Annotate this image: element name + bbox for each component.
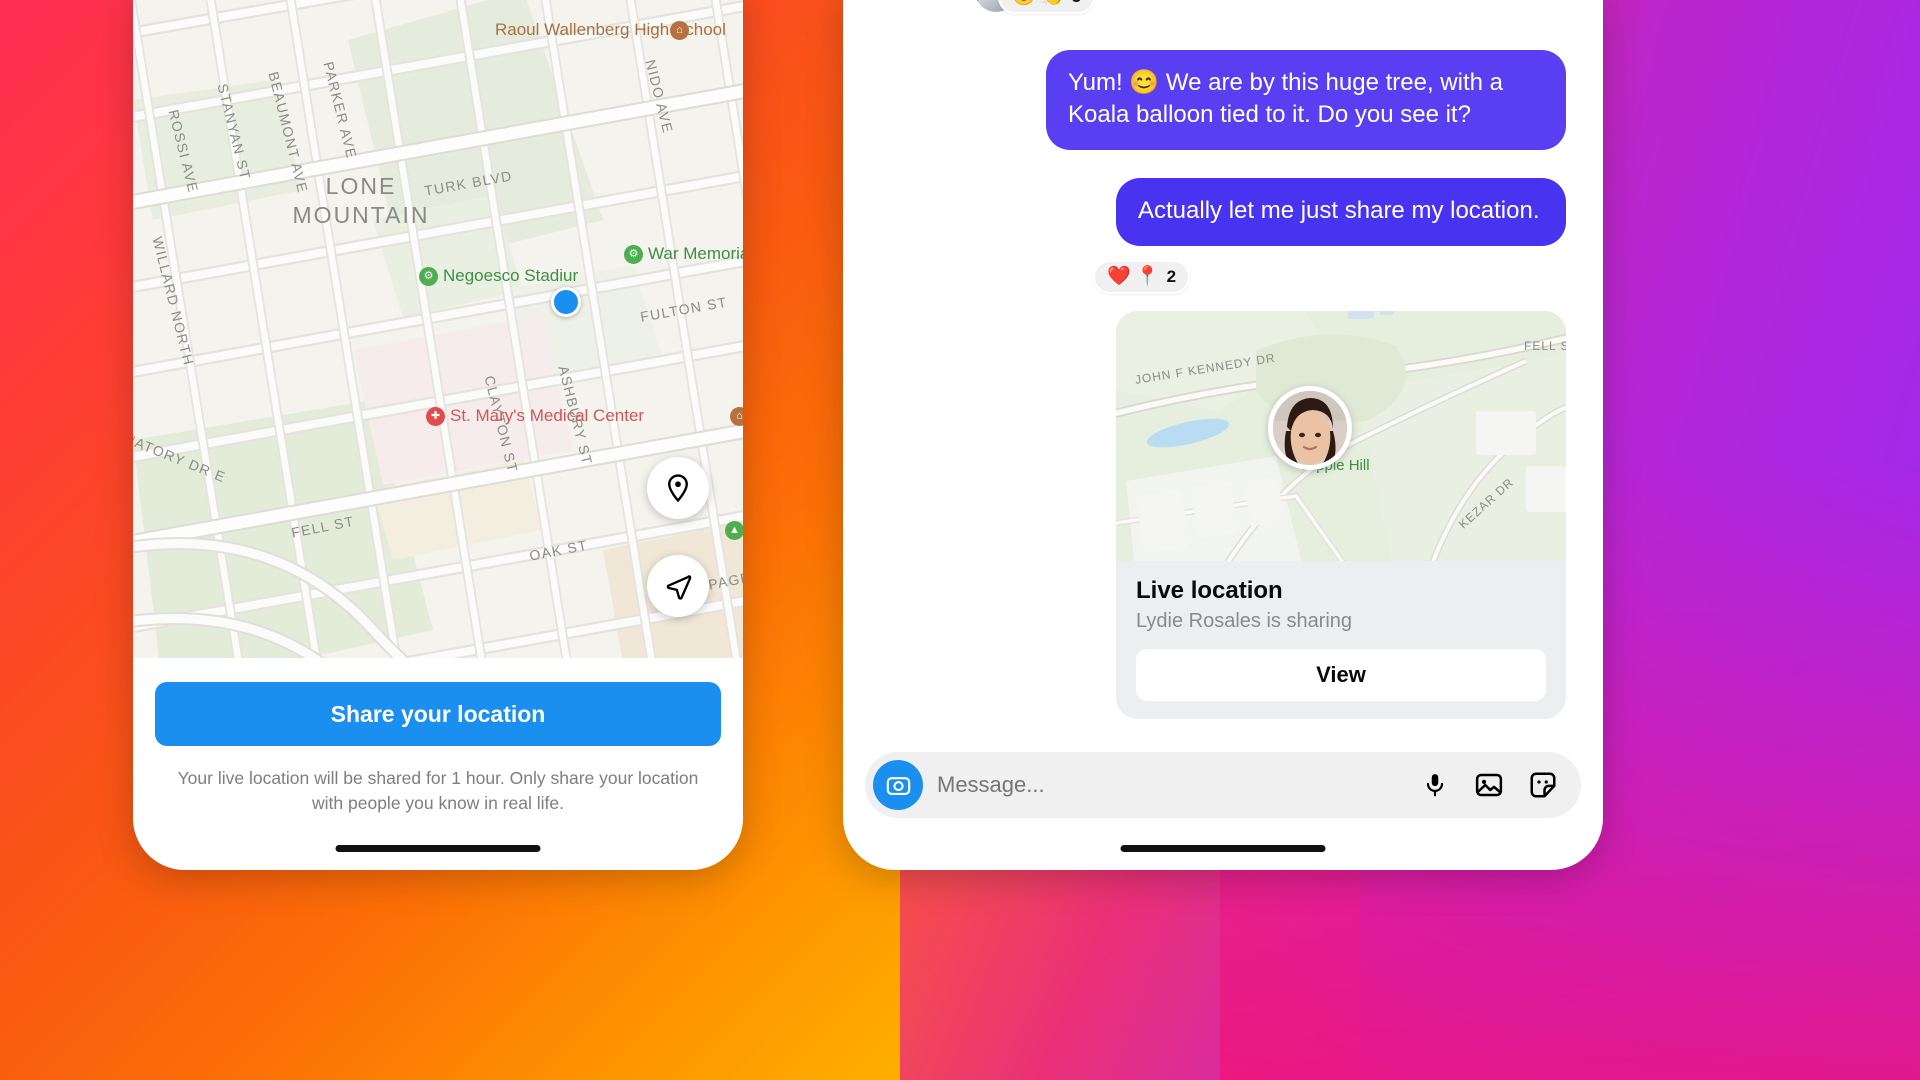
avatar-photo	[1273, 391, 1347, 465]
user-location-dot	[551, 287, 581, 317]
camera-icon	[886, 776, 910, 795]
live-location-subtitle: Lydie Rosales is sharing	[1136, 610, 1353, 632]
navigation-arrow-icon	[666, 574, 691, 600]
reaction-pill[interactable]: ❤️ 📍 2	[1093, 260, 1191, 294]
reaction-count: 2	[1166, 267, 1177, 286]
phone-left: ROSSI AVE STANYAN ST BEAUMONT AVE PARKER…	[133, 0, 743, 870]
sticker-icon	[1530, 772, 1556, 798]
recenter-button[interactable]	[647, 555, 709, 617]
live-location-title: Live location	[1136, 577, 1283, 604]
chat-thread[interactable]: 😊 👏 3 Yum! 😊 We are by this huge tree, w…	[843, 0, 1603, 758]
camera-button[interactable]	[873, 760, 923, 810]
reaction-pill[interactable]: 😊 👏 3	[998, 0, 1096, 14]
phone-right: 😊 👏 3 Yum! 😊 We are by this huge tree, w…	[843, 0, 1603, 870]
live-location-card[interactable]: JOHN F KENNEDY DR KEZAR DR FELL S Hippie…	[1116, 311, 1566, 719]
gallery-button[interactable]	[1469, 765, 1509, 805]
reaction-emojis: 😊 👏	[1012, 0, 1065, 6]
photo-gallery-icon	[1475, 773, 1503, 797]
view-button[interactable]: View	[1136, 649, 1546, 701]
message-bubble[interactable]: Actually let me just share my location.	[1116, 178, 1566, 246]
share-location-sheet: Share your location Your live location w…	[133, 658, 743, 870]
home-indicator	[335, 845, 541, 852]
live-location-map[interactable]: JOHN F KENNEDY DR KEZAR DR FELL S Hippie…	[1116, 311, 1566, 561]
pin-button[interactable]	[647, 457, 709, 519]
map-canvas	[133, 0, 743, 658]
home-indicator	[1120, 845, 1326, 852]
reaction-emojis: ❤️ 📍	[1107, 266, 1160, 287]
map-view[interactable]: ROSSI AVE STANYAN ST BEAUMONT AVE PARKER…	[133, 0, 743, 658]
shared-user-avatar	[1268, 386, 1352, 470]
message-composer[interactable]	[865, 752, 1581, 818]
microphone-button[interactable]	[1415, 765, 1455, 805]
share-location-note: Your live location will be shared for 1 …	[177, 768, 699, 813]
message-bubble[interactable]: Yum! 😊 We are by this huge tree, with a …	[1046, 50, 1566, 150]
location-pin-icon	[668, 474, 688, 503]
reaction-count: 3	[1072, 0, 1081, 5]
message-input[interactable]	[937, 772, 1401, 798]
share-location-button[interactable]: Share your location	[155, 682, 721, 746]
live-location-details: Live location Lydie Rosales is sharing V…	[1116, 561, 1566, 719]
sticker-button[interactable]	[1523, 765, 1563, 805]
microphone-icon	[1426, 774, 1444, 797]
